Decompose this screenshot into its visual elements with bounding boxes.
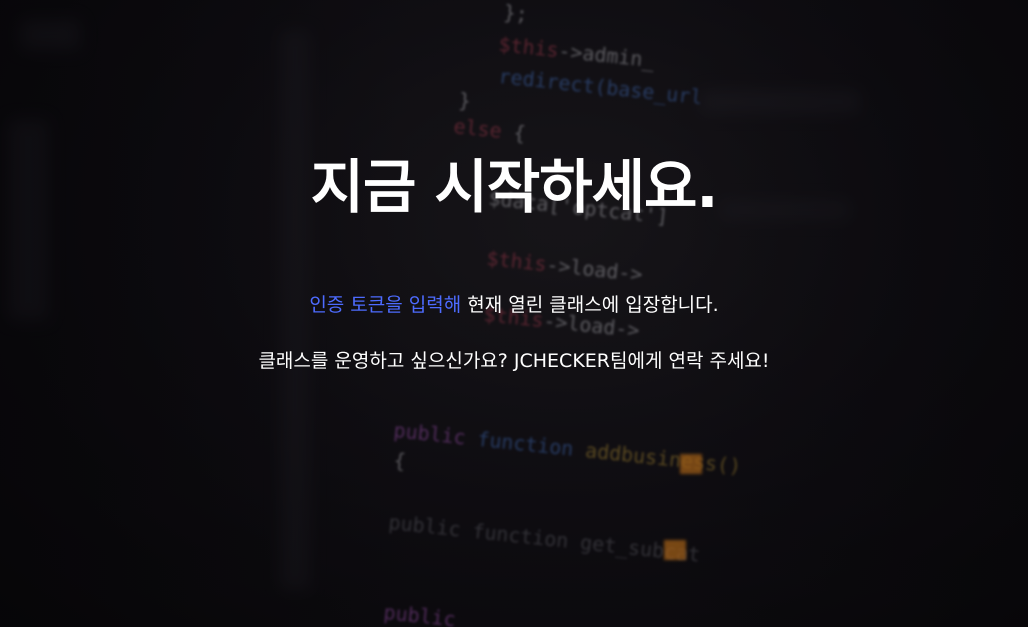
page-title: 지금 시작하세요. [310,153,719,221]
enter-class-text: 현재 열린 클래스에 입장합니다. [461,294,719,316]
contact-text: 클래스를 운영하고 싶으신가요? JCHECKER팀에게 연락 주세요! [258,350,770,372]
enter-token-link[interactable]: 인증 토큰을 입력해 [309,294,461,316]
enter-class-instructions: 인증 토큰을 입력해 현재 열린 클래스에 입장합니다. [0,290,1028,317]
hero-content: 지금 시작하세요. 인증 토큰을 입력해 현재 열린 클래스에 입장합니다. 클… [0,0,1028,627]
hero-section: }; $this->admin_ redirect(base_url } els… [0,0,1028,627]
